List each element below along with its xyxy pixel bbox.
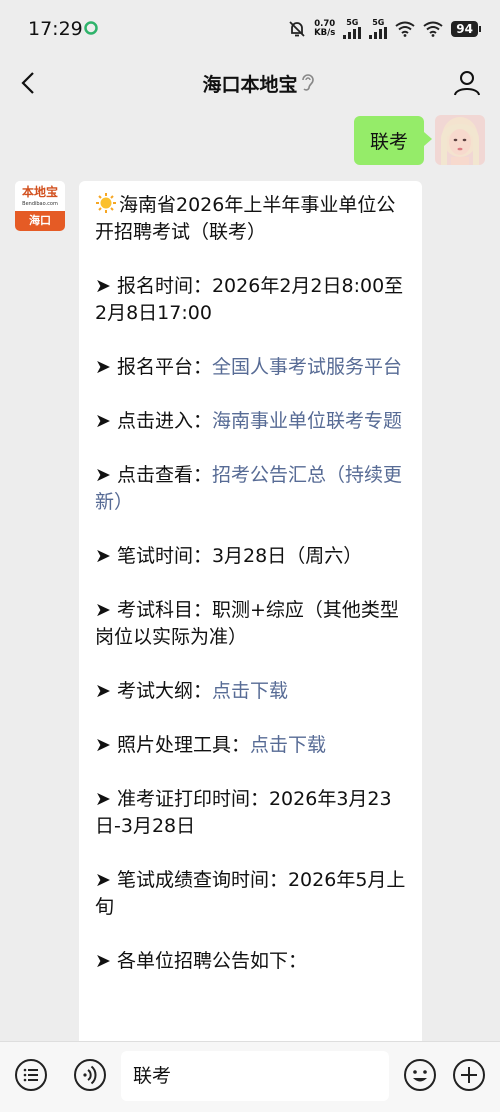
my-message-text: 联考 <box>369 131 408 153</box>
info-label: ➤ 照片处理工具： <box>95 734 250 756</box>
photo-tool-download-link[interactable]: 点击下载 <box>250 734 326 756</box>
status-bar: 17:29 0.70 KB/s 5G 5G 94 <box>0 0 500 58</box>
info-line: ➤ 笔试时间：3月28日（周六） <box>95 543 406 570</box>
info-line: ➤ 点击查看：招考公告汇总（持续更新） <box>95 462 406 516</box>
info-label: ➤ 点击进入： <box>95 410 212 432</box>
info-line: ➤ 考试大纲：点击下载 <box>95 678 406 705</box>
info-line: ➤ 照片处理工具：点击下载 <box>95 732 406 759</box>
info-label: ➤ 各单位招聘公告如下： <box>95 950 307 972</box>
message-title: 海南省2026年上半年事业单位公开招聘考试（联考） <box>95 192 406 246</box>
info-line: ➤ 报名时间：2026年2月2日8:00至2月8日17:00 <box>95 273 406 327</box>
status-time: 17:29 <box>28 18 83 40</box>
message-title-text: 海南省2026年上半年事业单位公开招聘考试（联考） <box>95 194 396 243</box>
info-label: ➤ 点击查看： <box>95 464 212 486</box>
info-line: ➤ 考试科目：职测+综应（其他类型岗位以实际为准） <box>95 597 406 651</box>
wifi-icon <box>423 21 443 37</box>
add-more-icon[interactable] <box>452 1058 486 1092</box>
signal-sim2: 5G <box>369 18 388 39</box>
status-icons: 0.70 KB/s 5G 5G 94 <box>288 16 481 42</box>
message-input[interactable]: 联考 <box>121 1051 389 1101</box>
my-message-bubble[interactable]: 联考 <box>353 116 433 165</box>
my-avatar[interactable] <box>435 115 485 165</box>
signal-bars-icon <box>343 27 362 39</box>
logo-city: 海口 <box>15 211 65 231</box>
network-speed: 0.70 KB/s <box>314 20 335 38</box>
earpiece-mode-icon <box>302 74 314 91</box>
menu-list-icon[interactable] <box>14 1058 48 1092</box>
info-label: ➤ 考试大纲： <box>95 680 212 702</box>
wifi-icon <box>395 21 415 37</box>
info-line: ➤ 准考证打印时间：2026年3月23日-3月28日 <box>95 786 406 840</box>
info-label: ➤ 准考证打印时间： <box>95 788 269 810</box>
network-speed-unit: KB/s <box>314 28 336 38</box>
app-notification-icon <box>84 21 98 35</box>
info-label: ➤ 笔试时间： <box>95 545 212 567</box>
exam-platform-link[interactable]: 全国人事考试服务平台 <box>212 356 402 378</box>
info-label: ➤ 考试科目： <box>95 599 212 621</box>
info-line: ➤ 各单位招聘公告如下： <box>95 948 406 975</box>
sim1-label: 5G <box>346 18 359 27</box>
profile-icon[interactable] <box>452 68 482 98</box>
syllabus-download-link[interactable]: 点击下载 <box>212 680 288 702</box>
info-value: 3月28日（周六） <box>211 545 363 567</box>
nav-bar: 海口本地宝 <box>0 58 500 110</box>
voice-input-icon[interactable] <box>73 1058 107 1092</box>
info-line: ➤ 报名平台：全国人事考试服务平台 <box>95 354 406 381</box>
mute-bell-icon <box>289 21 305 37</box>
signal-sim1: 5G <box>343 18 362 39</box>
user-avatar-image <box>435 115 485 165</box>
logo-url: Bendibao.com <box>22 201 58 207</box>
avatar-logo-top: 本地宝 Bendibao.com <box>15 181 65 211</box>
info-label: ➤ 报名平台： <box>95 356 212 378</box>
article-message-bubble[interactable]: 海南省2026年上半年事业单位公开招聘考试（联考） ➤ 报名时间：2026年2月… <box>79 181 422 1081</box>
info-label: ➤ 报名时间： <box>95 275 212 297</box>
topic-page-link[interactable]: 海南事业单位联考专题 <box>212 410 402 432</box>
info-line: ➤ 笔试成绩查询时间：2026年5月上旬 <box>95 867 406 921</box>
info-label: ➤ 笔试成绩查询时间： <box>95 869 288 891</box>
signal-bars-icon <box>369 27 388 39</box>
sim2-label: 5G <box>372 18 385 27</box>
logo-text: 本地宝 <box>21 185 58 199</box>
input-bar: 联考 <box>0 1041 500 1112</box>
chat-title: 海口本地宝 <box>202 74 298 96</box>
official-account-avatar[interactable]: 本地宝 Bendibao.com 海口 <box>15 181 65 231</box>
emoji-icon[interactable] <box>403 1058 437 1092</box>
info-line: ➤ 点击进入：海南事业单位联考专题 <box>95 408 406 435</box>
sun-emoji-icon <box>96 193 116 213</box>
battery-indicator: 94 <box>451 21 481 37</box>
